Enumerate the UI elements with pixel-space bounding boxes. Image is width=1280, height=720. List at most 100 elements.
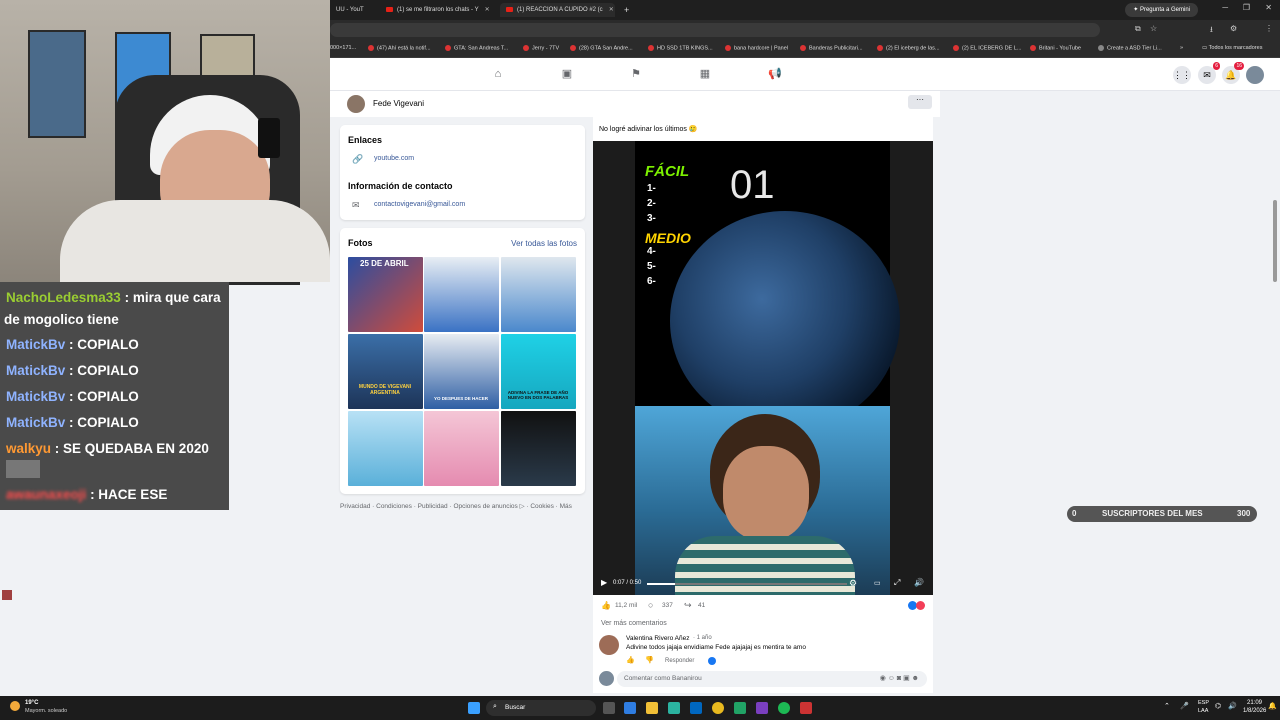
network-icon[interactable]: ⌬ <box>1215 702 1221 710</box>
bookmark-item[interactable]: (2) El iceberg de las... <box>877 45 940 51</box>
bookmark-item[interactable]: bana hardcore | Panel <box>725 45 788 51</box>
photo-thumbnail[interactable]: MUNDO DE VIGEVANI ARGENTINA <box>348 334 423 409</box>
dislike-icon[interactable]: 👎 <box>645 656 654 664</box>
maximize-icon[interactable]: ❐ <box>1243 3 1250 12</box>
photo-thumbnail[interactable]: 25 DE ABRIL <box>348 257 423 332</box>
bookmark-item[interactable]: 000×171... <box>330 45 356 51</box>
messenger-icon[interactable]: ✉ 6 <box>1198 62 1220 84</box>
spotify-icon[interactable] <box>778 702 790 714</box>
share-count[interactable]: 41 <box>698 602 705 609</box>
bookmark-item[interactable]: Create a ASD Tier Li... <box>1098 45 1162 51</box>
store-icon[interactable] <box>690 702 702 714</box>
comment-tools-icons[interactable]: ◉ ☺ ◙ ▣ ☻ <box>880 674 919 682</box>
extensions-icon[interactable]: ⚙ <box>1230 24 1237 33</box>
close-window-icon[interactable]: ✕ <box>1265 3 1272 12</box>
app-icon[interactable] <box>800 702 812 714</box>
star-icon[interactable]: ☆ <box>1150 24 1157 33</box>
profile-avatar[interactable] <box>347 95 365 113</box>
play-icon[interactable]: ▶ <box>601 578 607 587</box>
task-view-icon[interactable] <box>603 702 615 714</box>
video-progress-track[interactable] <box>647 583 847 585</box>
bookmark-item[interactable]: GTA: San Andreas T... <box>445 45 508 51</box>
video-icon[interactable]: ▣ <box>561 68 573 80</box>
captions-icon[interactable]: ▭ <box>874 579 881 587</box>
email-link[interactable]: contactovigevani@gmail.com <box>374 201 465 208</box>
like-icon[interactable]: 👍 <box>626 656 635 664</box>
photo-thumbnail[interactable] <box>501 411 576 486</box>
notifications-icon[interactable]: 🔔 16 <box>1222 62 1244 84</box>
photo-thumbnail[interactable] <box>424 257 499 332</box>
weather-desc[interactable]: Mayorm. soleado <box>25 708 67 714</box>
edge-icon[interactable] <box>668 702 680 714</box>
chrome-icon[interactable] <box>712 702 724 714</box>
gaming-icon[interactable]: ▦ <box>699 68 711 80</box>
download-icon[interactable]: ⭳ <box>1210 24 1213 38</box>
minimize-icon[interactable]: ─ <box>1222 3 1228 12</box>
photo-thumbnail[interactable] <box>501 257 576 332</box>
tray-chevron-icon[interactable]: ⌃ <box>1164 702 1170 710</box>
taskbar-search[interactable]: ⌕ Buscar <box>486 700 596 716</box>
footer-links[interactable]: Privacidad · Condiciones · Publicidad · … <box>340 502 572 510</box>
gemini-button[interactable]: ✦ Pregunta a Gemini <box>1125 3 1198 17</box>
photo-thumbnail[interactable] <box>348 411 423 486</box>
like-count[interactable]: 11,2 mil <box>615 602 637 609</box>
mic-icon[interactable]: 🎤 <box>1180 702 1189 710</box>
close-icon[interactable]: ✕ <box>609 7 614 13</box>
like-icon[interactable]: 👍 <box>601 601 611 610</box>
comment-author[interactable]: Valentina Rivero Añez <box>626 635 689 642</box>
start-icon[interactable] <box>468 702 480 714</box>
more-bookmarks-icon[interactable]: » <box>1180 45 1183 51</box>
bookmark-item[interactable]: HD SSD 1TB KINGS... <box>648 45 713 51</box>
close-icon[interactable]: ✕ <box>485 7 490 13</box>
apps-menu-icon[interactable]: ⋮⋮ <box>1173 66 1191 84</box>
more-options-button[interactable]: ··· <box>908 95 932 109</box>
app-icon[interactable] <box>734 702 746 714</box>
video-player[interactable]: FÁCIL 1- 2- 3- MEDIO 4- 5- 6- 01 ▶ 0:07 … <box>593 141 933 595</box>
commenter-avatar[interactable] <box>599 635 619 655</box>
browser-tab[interactable]: UU - YouT✕ <box>330 3 370 17</box>
weather-icon[interactable] <box>10 701 20 711</box>
fullscreen-icon[interactable]: ⤢ <box>894 578 900 588</box>
volume-icon[interactable]: 🔊 <box>914 578 924 587</box>
weather-temp[interactable]: 19°C <box>25 700 38 706</box>
notification-icon[interactable]: 🔔 <box>1268 702 1277 710</box>
clock-date[interactable]: 1/8/2026 <box>1243 708 1266 714</box>
comment-count[interactable]: 337 <box>662 602 673 609</box>
page-scrollbar[interactable] <box>1273 200 1277 282</box>
megaphone-icon[interactable]: 📢 <box>768 68 782 80</box>
bookmark-item[interactable]: Jerry - 7TV <box>523 45 559 51</box>
browser-tab-active[interactable]: (1) REACCION A CUPIDO #2 (c ✕ <box>500 3 615 17</box>
bookmark-item[interactable]: (2) EL ICEBERG DE L... <box>953 45 1021 51</box>
install-icon[interactable]: ⧉ <box>1135 24 1141 34</box>
new-tab-button[interactable]: + <box>618 3 629 17</box>
language-code[interactable]: ESP <box>1198 700 1209 706</box>
browser-tab[interactable]: (1) se me filtraron los chats - Y ✕ <box>380 3 490 17</box>
reply-link[interactable]: Responder <box>665 658 694 664</box>
bookmark-item[interactable]: Banderas Publicitari... <box>800 45 863 51</box>
widgets-icon[interactable] <box>624 702 636 714</box>
keyboard-layout[interactable]: LAA <box>1198 708 1208 714</box>
app-icon[interactable] <box>756 702 768 714</box>
photo-thumbnail[interactable] <box>424 411 499 486</box>
photo-thumbnail[interactable]: ADIVINA LA FRASE DE AÑO NUEVO EN DOS PAL… <box>501 334 576 409</box>
bookmark-item[interactable]: (28) GTA San Andre... <box>570 45 633 51</box>
settings-icon[interactable]: ⚙ <box>849 578 857 589</box>
share-icon[interactable]: ↪ <box>684 600 692 611</box>
see-all-photos-link[interactable]: Ver todas las fotos <box>511 239 577 248</box>
home-icon[interactable]: ⌂ <box>492 68 504 80</box>
address-bar[interactable] <box>330 23 1100 37</box>
account-avatar[interactable] <box>1246 66 1264 84</box>
youtube-link[interactable]: youtube.com <box>374 155 414 162</box>
volume-icon[interactable]: 🔊 <box>1228 702 1237 710</box>
comment-input[interactable]: Comentar como Bananirou ◉ ☺ ◙ ▣ ☻ <box>617 671 927 687</box>
bookmark-item[interactable]: Britani - YouTube <box>1030 45 1081 51</box>
flag-icon[interactable]: ⚑ <box>630 68 642 80</box>
bookmark-item[interactable]: (47) Ahí está la notif... <box>368 45 431 51</box>
photo-thumbnail[interactable]: YO DESPUES DE HACER <box>424 334 499 409</box>
all-bookmarks[interactable]: ▭ Todos los marcadores <box>1202 45 1262 51</box>
profile-name[interactable]: Fede Vigevani <box>373 99 424 108</box>
clock-time[interactable]: 21:09 <box>1247 700 1262 706</box>
menu-icon[interactable]: ⋮ <box>1265 24 1273 33</box>
more-comments-link[interactable]: Ver más comentarios <box>601 620 667 627</box>
file-explorer-icon[interactable] <box>646 702 658 714</box>
